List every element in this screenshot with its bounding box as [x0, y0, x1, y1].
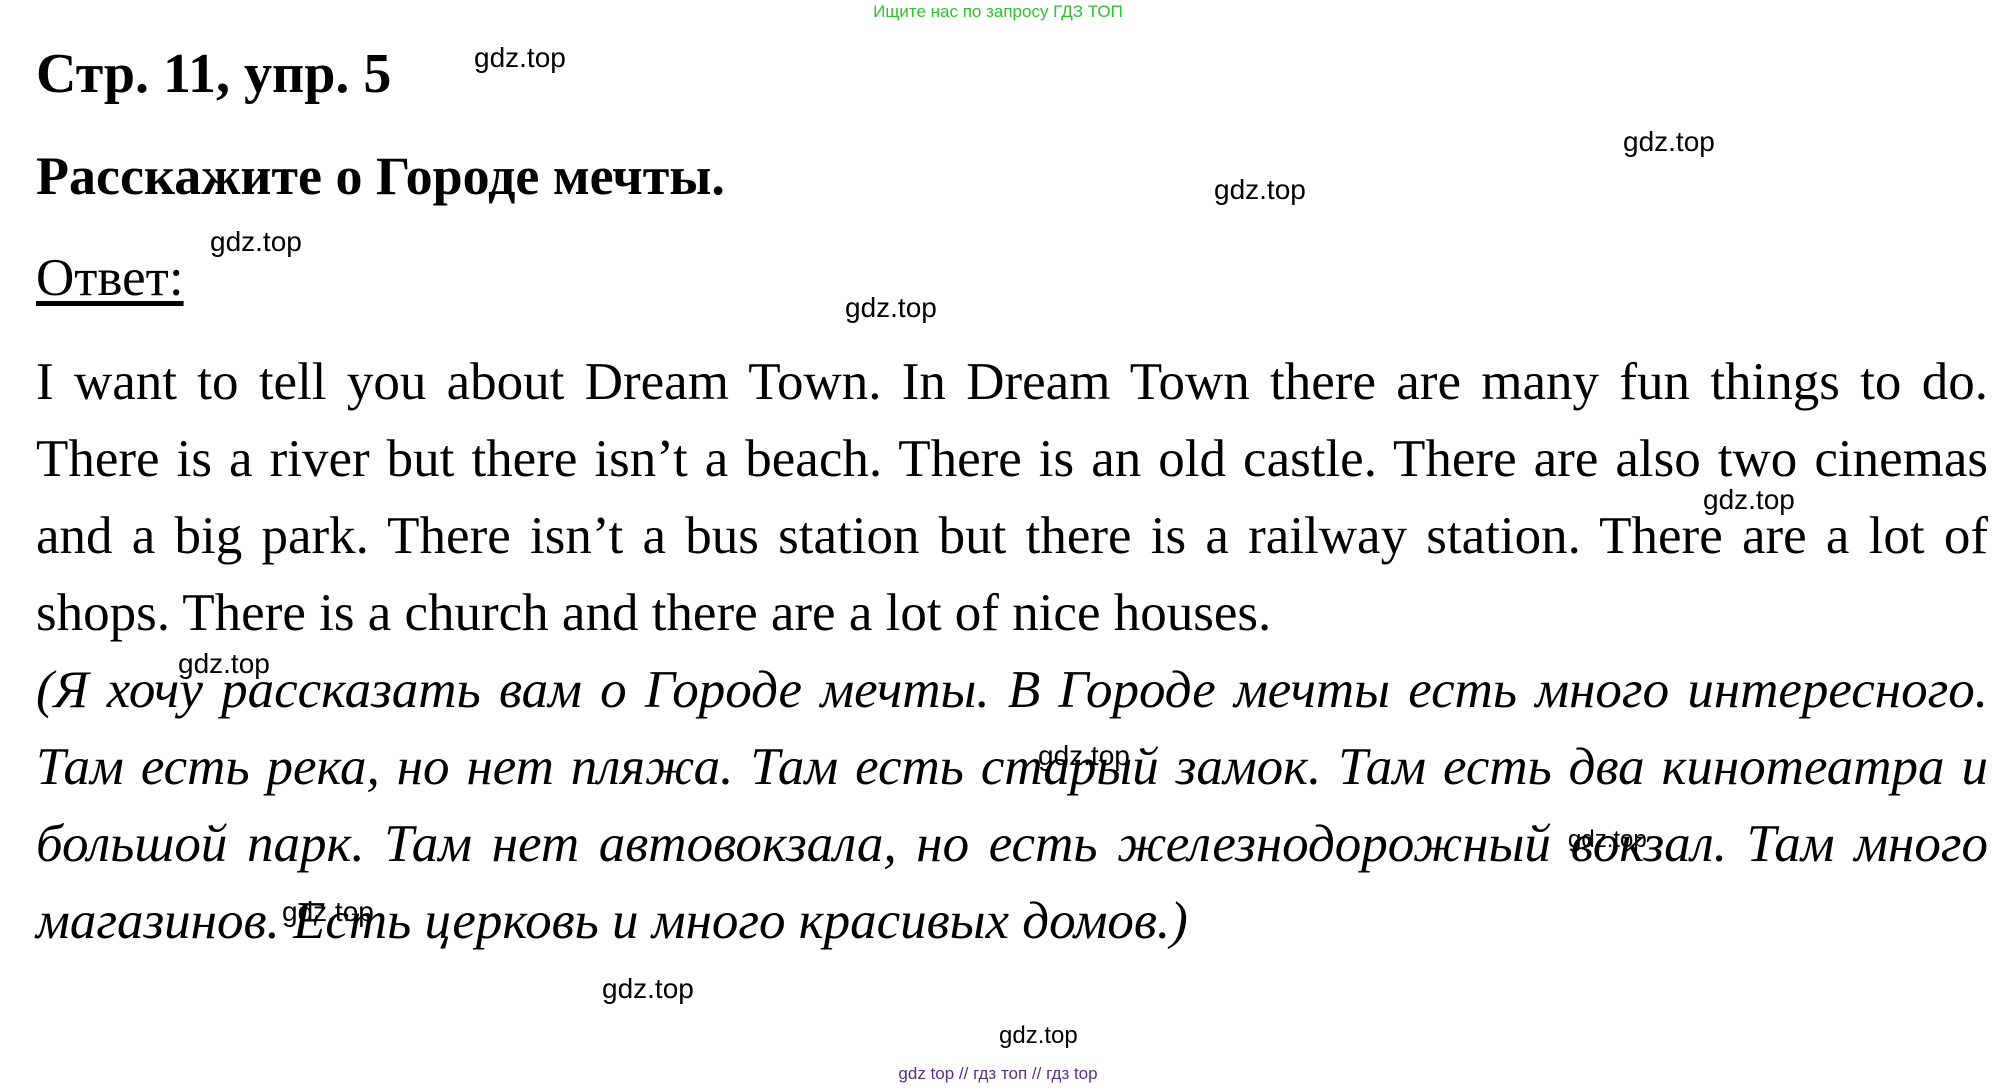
watermark: gdz.top	[999, 1022, 1078, 1049]
answer-label: Ответ:	[36, 249, 184, 307]
search-banner: Ищите нас по запросу ГДЗ ТОП	[873, 2, 1123, 21]
watermark: gdz.top	[1214, 174, 1306, 205]
watermark: gdz.top	[1703, 484, 1795, 515]
watermark: gdz.top	[845, 292, 937, 323]
watermark: gdz.top	[1038, 740, 1130, 771]
watermark: gdz.top	[282, 896, 374, 927]
page-title: Стр. 11, упр. 5	[36, 43, 392, 105]
watermark: gdz.top	[602, 973, 694, 1004]
watermark: gdz.top	[178, 648, 270, 679]
watermark: gdz.top	[210, 226, 302, 257]
task-instruction: Расскажите о Городе мечты.	[36, 146, 725, 206]
watermark: gdz.top	[1623, 126, 1715, 157]
watermark: gdz.top	[474, 42, 566, 73]
footer-watermark: gdz top // гдз топ // гдз top	[898, 1064, 1098, 1083]
watermark: gdz.top	[1568, 826, 1647, 853]
answer-english-text: I want to tell you about Dream Town. In …	[36, 353, 1988, 642]
